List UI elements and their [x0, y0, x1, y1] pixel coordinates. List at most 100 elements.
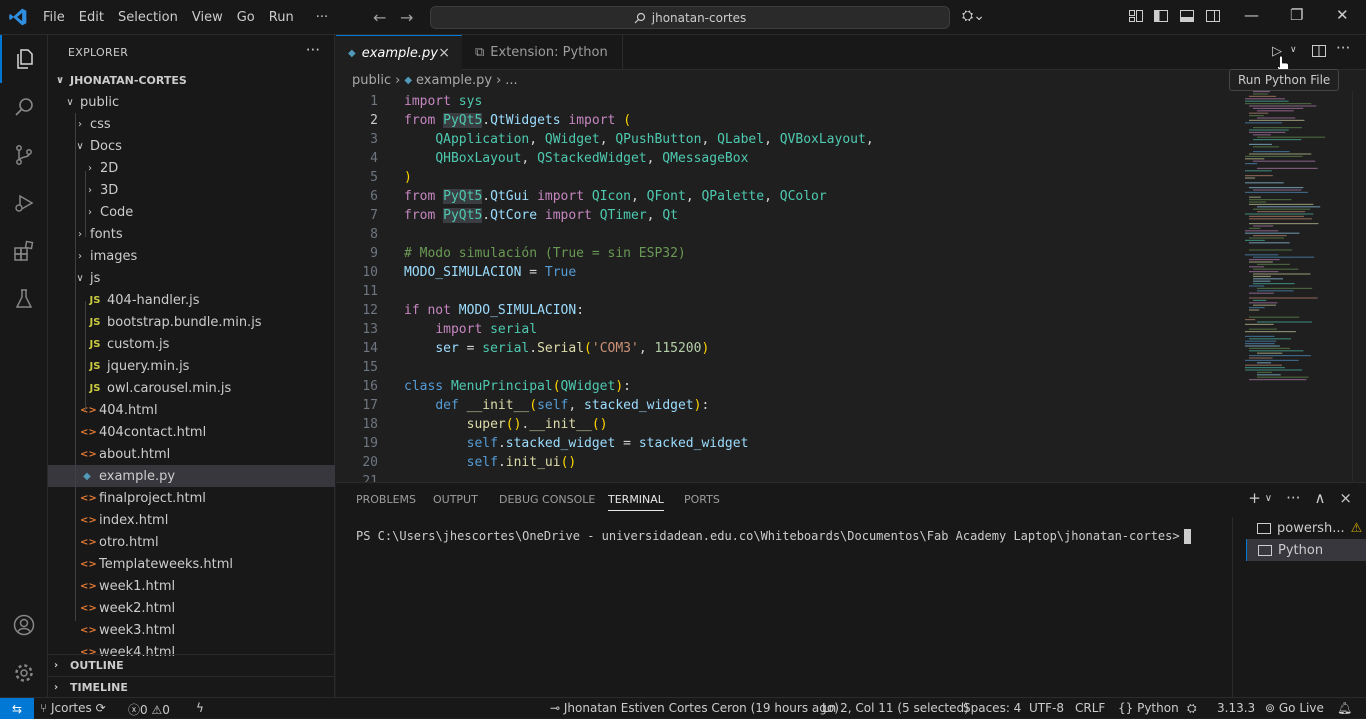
code-line[interactable]: 7 from PyQt5.QtCore import QTimer, Qt [336, 206, 1236, 225]
menu-more[interactable]: ··· [309, 10, 335, 25]
menu-go[interactable]: Go [230, 10, 262, 25]
minimize-icon[interactable]: — [1244, 6, 1259, 24]
maximize-panel-icon[interactable]: ∧ [1314, 489, 1325, 507]
tab-ports[interactable]: PORTS [684, 493, 720, 506]
code-line[interactable]: 18 super().__init__() [336, 415, 1236, 434]
code-line[interactable]: 2 from PyQt5.QtWidgets import ( [336, 111, 1236, 130]
testing-icon[interactable] [0, 275, 48, 323]
settings-gear-icon[interactable] [0, 649, 48, 697]
code-line[interactable]: 5) [336, 168, 1236, 187]
close-window-icon[interactable]: ✕ [1336, 6, 1349, 24]
code-editor[interactable]: 1 import sys 2 from PyQt5.QtWidgets import … [336, 92, 1236, 482]
tree-item[interactable]: <> otro.html [48, 531, 335, 553]
tree-item[interactable]: <> week2.html [48, 597, 335, 619]
code-line[interactable]: 10 MODO_SIMULACION = True [336, 263, 1236, 282]
code-line[interactable]: 15 [336, 358, 1236, 377]
tree-item[interactable]: JS bootstrap.bundle.min.js [48, 311, 335, 333]
run-and-debug-icon[interactable] [0, 179, 48, 227]
code-line[interactable]: 3 QApplication, QWidget, QPushButton, QL… [336, 130, 1236, 149]
tree-item[interactable]: <> week3.html [48, 619, 335, 641]
python-version-status[interactable]: 3.13.3 [1217, 701, 1255, 715]
remote-indicator-icon[interactable]: ⇆ [0, 698, 34, 719]
toggle-primary-sidebar-icon[interactable] [1153, 8, 1169, 24]
breadcrumb-folder[interactable]: public [352, 73, 391, 88]
tab-problems[interactable]: PROBLEMS [356, 493, 416, 506]
code-line[interactable]: 16 class MenuPrincipal(QWidget): [336, 377, 1236, 396]
eol-status[interactable]: CRLF [1075, 701, 1105, 715]
tree-item[interactable]: JS owl.carousel.min.js [48, 377, 335, 399]
terminal-item-python[interactable]: Python [1246, 539, 1366, 561]
split-editor-icon[interactable] [1311, 43, 1327, 59]
close-tab-icon[interactable]: × [438, 45, 450, 61]
customize-layout-icon[interactable] [1128, 8, 1144, 24]
menu-edit[interactable]: Edit [72, 10, 111, 25]
problems-status[interactable]: ⓧ0 ⚠0 [128, 701, 170, 718]
copilot-status-icon[interactable]: ⛭ [1187, 701, 1197, 716]
tab-output[interactable]: OUTPUT [433, 493, 478, 506]
code-line[interactable]: 8 [336, 225, 1236, 244]
more-actions-icon[interactable]: ··· [306, 41, 320, 59]
code-line[interactable]: 9 # Modo simulación (True = sin ESP32) [336, 244, 1236, 263]
back-arrow-icon[interactable]: ← [373, 8, 386, 27]
tree-item[interactable]: › 3D [48, 179, 335, 201]
tree-item[interactable]: JS jquery.min.js [48, 355, 335, 377]
accounts-icon[interactable] [0, 601, 48, 649]
forward-arrow-icon[interactable]: → [400, 8, 413, 27]
go-live-status[interactable]: ⊚ Go Live [1265, 701, 1324, 715]
tree-item[interactable]: <> 404.html [48, 399, 335, 421]
tree-item[interactable]: ∨ Docs [48, 135, 335, 157]
code-line[interactable]: 20 self.init_ui() [336, 453, 1236, 472]
code-line[interactable]: 12 if not MODO_SIMULACION: [336, 301, 1236, 320]
notifications-bell-icon[interactable]: 🔔︎ [1337, 701, 1352, 715]
tree-item[interactable]: <> finalproject.html [48, 487, 335, 509]
close-panel-icon[interactable]: × [1339, 489, 1352, 507]
terminal-item-powershell[interactable]: powersh... ⚠ [1246, 517, 1366, 539]
code-line[interactable]: 21 [336, 472, 1236, 482]
code-line[interactable]: 6 from PyQt5.QtGui import QIcon, QFont, Q… [336, 187, 1236, 206]
code-line[interactable]: 17 def __init__(self, stacked_widget): [336, 396, 1236, 415]
search-icon[interactable] [0, 83, 48, 131]
tab-example-py[interactable]: ◆ example.py × [336, 35, 462, 70]
menu-file[interactable]: File [36, 10, 72, 25]
terminal-output[interactable]: PS C:\Users\jhescortes\OneDrive - univer… [356, 529, 1191, 544]
copilot-icon[interactable]: ⛭⌄ [962, 8, 985, 24]
tree-item[interactable]: › fonts [48, 223, 335, 245]
toggle-panel-icon[interactable] [1179, 8, 1195, 24]
tree-item[interactable]: ∨ js [48, 267, 335, 289]
vertical-scrollbar[interactable] [1352, 91, 1366, 481]
tab-extension-python[interactable]: ⧉ Extension: Python [463, 35, 623, 70]
git-blame-status[interactable]: ⊸ Jhonatan Estiven Cortes Ceron (19 hour… [550, 701, 839, 715]
tree-item[interactable]: <> about.html [48, 443, 335, 465]
code-line[interactable]: 4 QHBoxLayout, QStackedWidget, QMessageB… [336, 149, 1236, 168]
breadcrumb-more[interactable]: ... [505, 73, 517, 88]
explorer-icon[interactable] [0, 35, 48, 83]
menu-view[interactable]: View [185, 10, 230, 25]
tree-item[interactable]: <> Templateweeks.html [48, 553, 335, 575]
code-line[interactable]: 13 import serial [336, 320, 1236, 339]
menu-selection[interactable]: Selection [111, 10, 185, 25]
minimap[interactable] [1241, 91, 1341, 381]
tree-item[interactable]: › Code [48, 201, 335, 223]
extensions-icon[interactable] [0, 227, 48, 275]
toggle-secondary-sidebar-icon[interactable] [1205, 8, 1221, 24]
run-dropdown-icon[interactable]: ∨ [1290, 45, 1297, 55]
tree-item[interactable]: JS custom.js [48, 333, 335, 355]
menu-run[interactable]: Run [262, 10, 301, 25]
panel-more-icon[interactable]: ··· [1286, 489, 1300, 507]
command-center-search[interactable]: jhonatan-cortes [430, 6, 950, 29]
indentation-status[interactable]: Spaces: 4 [963, 701, 1021, 715]
tree-item[interactable]: › css [48, 113, 335, 135]
source-control-icon[interactable] [0, 131, 48, 179]
workspace-root[interactable]: ∨ JHONATAN-CORTES [48, 69, 335, 91]
code-line[interactable]: 11 [336, 282, 1236, 301]
tab-debug-console[interactable]: DEBUG CONSOLE [499, 493, 595, 506]
tree-item[interactable]: ∨ public [48, 91, 335, 113]
tree-item[interactable]: <> 404contact.html [48, 421, 335, 443]
tree-item[interactable]: ◆ example.py [48, 465, 335, 487]
editor-more-actions-icon[interactable]: ··· [1336, 39, 1350, 57]
terminal-dropdown-icon[interactable]: ∨ [1265, 493, 1272, 507]
code-line[interactable]: 1 import sys [336, 92, 1236, 111]
tab-terminal[interactable]: TERMINAL [608, 493, 664, 511]
tree-item[interactable]: <> index.html [48, 509, 335, 531]
lightning-icon[interactable]: ϟ [196, 701, 204, 715]
